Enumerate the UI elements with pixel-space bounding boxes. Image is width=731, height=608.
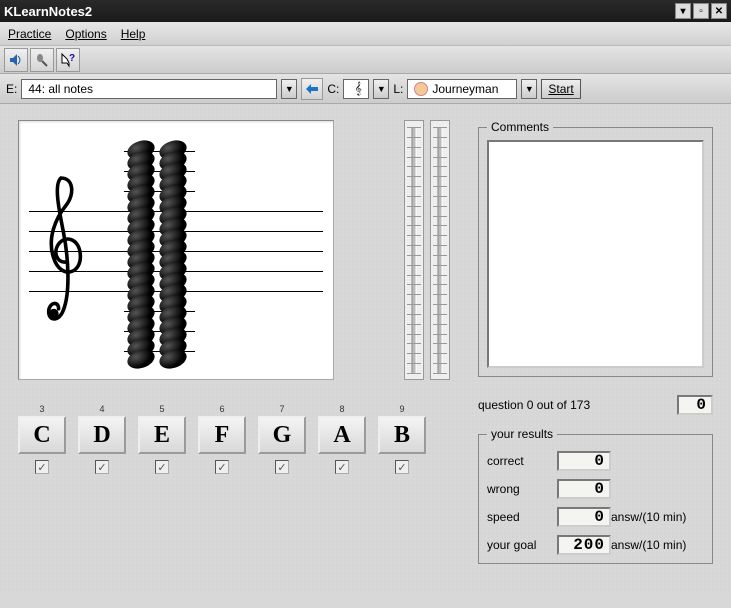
close-icon[interactable]: ✕ [711,3,727,19]
note-button-d[interactable]: D [78,416,126,454]
comments-legend: Comments [487,120,553,134]
goal-unit: answ/(10 min) [611,538,704,552]
app-title: KLearnNotes2 [4,4,92,19]
config-bar: E: 44: all notes ▼ C: 𝄞 ▼ L: Journeyman … [0,74,731,104]
start-button[interactable]: Start [541,79,580,99]
note-enable-c[interactable]: ✓ [35,460,49,474]
sound-icon[interactable] [4,48,28,72]
note-button-g[interactable]: G [258,416,306,454]
menu-help[interactable]: Help [121,27,146,41]
note-enable-f[interactable]: ✓ [215,460,229,474]
correct-label: correct [487,454,557,468]
goal-label: your goal [487,538,557,552]
treble-clef-icon: 𝄞 [355,81,362,96]
comments-group: Comments [478,120,713,377]
workspace: placeholder [0,104,731,590]
range-slider-high[interactable] [404,120,424,380]
toolbar: ? [0,46,731,74]
exercise-label: E: [6,82,17,96]
results-legend: your results [487,427,557,441]
level-dropdown-icon[interactable]: ▼ [521,79,537,99]
refresh-icon[interactable] [301,78,323,100]
minimize-icon[interactable]: ▾ [675,3,691,19]
note-shortcut: 7 [279,404,284,416]
speed-value: 0 [557,507,611,527]
note-shortcut: 3 [39,404,44,416]
menu-options[interactable]: Options [65,27,106,41]
note-button-e[interactable]: E [138,416,186,454]
note-enable-d[interactable]: ✓ [95,460,109,474]
note-button-c[interactable]: C [18,416,66,454]
question-counter-lcd: 0 [677,395,713,415]
note-shortcut: 9 [399,404,404,416]
exercise-selected-text: 44: all notes [28,82,93,96]
level-selected-text: Journeyman [432,82,498,96]
note-shortcut: 8 [339,404,344,416]
note-shortcut: 6 [219,404,224,416]
maximize-icon[interactable]: ▫ [693,3,709,19]
note-button-b[interactable]: B [378,416,426,454]
note-shortcut: 4 [99,404,104,416]
note-button-f[interactable]: F [198,416,246,454]
clef-dropdown-icon[interactable]: ▼ [373,79,389,99]
note-enable-e[interactable]: ✓ [155,460,169,474]
note-buttons-row: 3C ✓ 4D ✓ 5E ✓ 6F ✓ 7G ✓ 8A ✓ 9B ✓ [18,404,458,474]
staff-display: placeholder [18,120,334,380]
left-column: placeholder [18,120,458,574]
note-button-a[interactable]: A [318,416,366,454]
note-enable-g[interactable]: ✓ [275,460,289,474]
note-enable-a[interactable]: ✓ [335,460,349,474]
goal-value: 200 [557,535,611,555]
treble-clef-icon [37,171,85,341]
speed-unit: answ/(10 min) [611,510,704,524]
level-select[interactable]: Journeyman [407,79,517,99]
avatar-icon [414,82,428,96]
menu-practice[interactable]: Practice [8,27,51,41]
speed-label: speed [487,510,557,524]
question-status: question 0 out of 173 [478,398,590,412]
comments-text [487,140,704,368]
level-label: L: [393,82,403,96]
range-slider-low[interactable] [430,120,450,380]
correct-value: 0 [557,451,611,471]
wrong-label: wrong [487,482,557,496]
note-shortcut: 5 [159,404,164,416]
wrong-value: 0 [557,479,611,499]
note-enable-b[interactable]: ✓ [395,460,409,474]
clef-select[interactable]: 𝄞 [343,79,369,99]
question-line: question 0 out of 173 0 [478,395,713,415]
right-column: Comments question 0 out of 173 0 your re… [478,120,713,574]
clef-label: C: [327,82,339,96]
menu-bar: Practice Options Help [0,22,731,46]
title-bar: KLearnNotes2 ▾ ▫ ✕ [0,0,731,22]
svg-text:?: ? [69,53,75,64]
mic-icon[interactable] [30,48,54,72]
exercise-dropdown-icon[interactable]: ▼ [281,79,297,99]
whats-this-icon[interactable]: ? [56,48,80,72]
results-group: your results correct 0 wrong 0 speed 0 a… [478,427,713,564]
exercise-select[interactable]: 44: all notes [21,79,277,99]
